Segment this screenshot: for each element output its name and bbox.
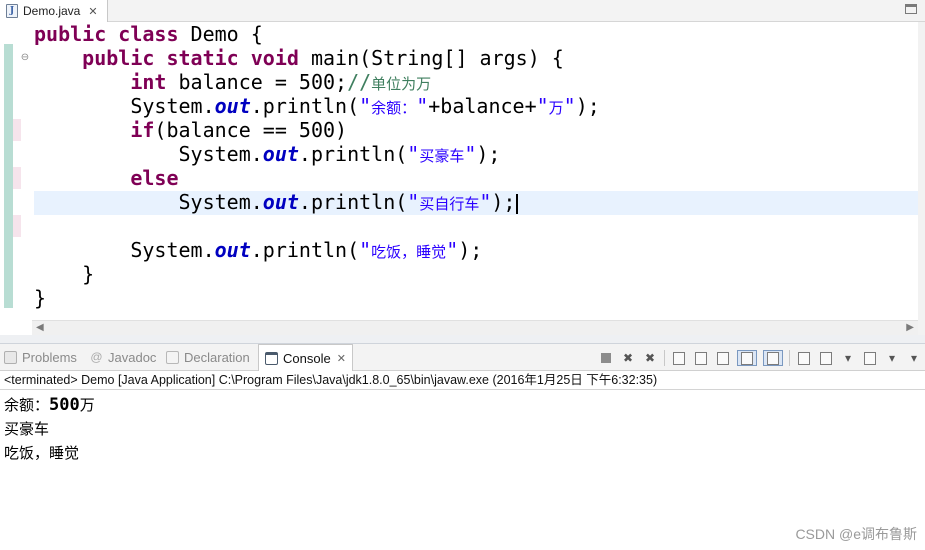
code-line-11: } xyxy=(34,262,95,286)
horizontal-scrollbar[interactable]: ◀ ▶ xyxy=(32,320,918,335)
code-editor[interactable]: ⊖ public class Demo { public static void… xyxy=(0,22,925,320)
code-line-5: if(balance == 500) xyxy=(130,118,348,142)
console-launch-status: <terminated> Demo [Java Application] C:\… xyxy=(0,371,925,390)
code-line-12: } xyxy=(34,286,47,310)
toolbar-separator xyxy=(789,350,790,366)
pin-console-button[interactable] xyxy=(796,350,812,366)
panel-divider[interactable] xyxy=(0,335,925,344)
watermark: CSDN @e调布鲁斯 xyxy=(795,526,917,542)
console-toolbar: ✖ ✖ ▾ ▾ ▾ xyxy=(598,350,925,366)
word-wrap-icon xyxy=(717,351,729,365)
view-tab-bar: Problems @ Javadoc Declaration Console ✕… xyxy=(0,344,925,371)
display-console-dropdown[interactable]: ▾ xyxy=(840,350,856,366)
ruler-marker xyxy=(13,215,21,237)
tab-declaration[interactable]: Declaration xyxy=(166,344,250,371)
toolbar-separator xyxy=(664,350,665,366)
code-line-2: public static void main(String[] args) { xyxy=(82,46,564,70)
remove-all-terminated-button[interactable]: ✖ xyxy=(642,350,658,366)
tab-problems[interactable]: Problems xyxy=(4,344,77,371)
code-content[interactable]: public class Demo { public static void m… xyxy=(34,22,918,310)
pin-icon xyxy=(798,351,810,365)
clear-console-button[interactable] xyxy=(671,350,687,366)
tab-console-label: Console xyxy=(283,350,331,366)
maximize-icon[interactable] xyxy=(905,4,917,14)
close-icon[interactable]: ✕ xyxy=(88,5,97,18)
console-output[interactable]: 余额：500万 买豪车 吃饭，睡觉 xyxy=(4,393,904,465)
java-file-icon: J xyxy=(6,4,18,18)
scroll-lock-button[interactable] xyxy=(693,350,709,366)
show-stdout-icon xyxy=(741,351,753,365)
show-on-stdout-button[interactable] xyxy=(737,350,757,366)
scroll-lock-icon xyxy=(695,351,707,365)
tab-console[interactable]: Console ✕ xyxy=(258,344,353,371)
editor-tab-demo-java[interactable]: J Demo.java ✕ xyxy=(0,0,108,22)
text-caret xyxy=(516,193,519,214)
problems-icon xyxy=(4,351,17,364)
console-output-line: 买豪车 xyxy=(4,420,50,438)
display-console-icon xyxy=(820,351,832,365)
chevron-down-icon: ▾ xyxy=(844,351,852,365)
view-menu-icon: ▾ xyxy=(910,351,918,365)
display-console-button[interactable] xyxy=(818,350,834,366)
remove-all-icon: ✖ xyxy=(644,351,656,365)
overview-ruler[interactable] xyxy=(918,22,925,335)
editor-tab-bar: J Demo.java ✕ xyxy=(0,0,925,22)
ruler-marker xyxy=(13,167,21,189)
terminate-button[interactable] xyxy=(598,350,614,366)
change-marker xyxy=(4,44,13,308)
tab-declaration-label: Declaration xyxy=(184,350,250,365)
scroll-right-icon[interactable]: ▶ xyxy=(906,322,914,333)
output-number: 500 xyxy=(49,395,80,415)
code-line-7: else xyxy=(130,166,179,190)
tab-javadoc-label: Javadoc xyxy=(108,350,157,365)
remove-icon: ✖ xyxy=(622,351,634,365)
open-console-icon xyxy=(864,351,876,365)
clear-console-icon xyxy=(673,351,685,365)
remove-launch-button[interactable]: ✖ xyxy=(620,350,636,366)
code-line-8: System.out.println("买自行车"); xyxy=(34,190,918,214)
code-line-6: System.out.println("买豪车"); xyxy=(34,142,501,166)
view-menu-button[interactable]: ▾ xyxy=(906,350,922,366)
ruler-marker xyxy=(13,119,21,141)
output-text: 万 xyxy=(79,396,95,414)
stop-icon xyxy=(601,353,611,363)
tab-javadoc[interactable]: @ Javadoc xyxy=(90,344,156,371)
close-icon[interactable]: ✕ xyxy=(337,352,346,365)
declaration-icon xyxy=(166,351,179,364)
chevron-down-icon: ▾ xyxy=(888,351,896,365)
console-icon xyxy=(265,351,278,365)
show-stderr-icon xyxy=(767,351,779,365)
open-console-button[interactable] xyxy=(862,350,878,366)
javadoc-icon: @ xyxy=(90,350,103,364)
code-line-4: System.out.println("余额："+balance+"万"); xyxy=(34,94,600,118)
code-line-3: int balance = 500;//单位为万 xyxy=(130,70,432,94)
fold-toggle-icon[interactable]: ⊖ xyxy=(20,53,30,63)
code-line-1: public class Demo { xyxy=(34,22,263,46)
editor-tab-label: Demo.java xyxy=(23,4,81,18)
word-wrap-button[interactable] xyxy=(715,350,731,366)
console-output-line: 吃饭，睡觉 xyxy=(4,444,80,462)
open-console-dropdown[interactable]: ▾ xyxy=(884,350,900,366)
code-line-10: System.out.println("吃饭，睡觉"); xyxy=(34,238,483,262)
tab-problems-label: Problems xyxy=(22,350,77,365)
console-output-line: 余额：500万 xyxy=(4,393,904,417)
output-text: 余额： xyxy=(4,396,50,414)
show-on-stderr-button[interactable] xyxy=(763,350,783,366)
scroll-left-icon[interactable]: ◀ xyxy=(36,322,44,333)
